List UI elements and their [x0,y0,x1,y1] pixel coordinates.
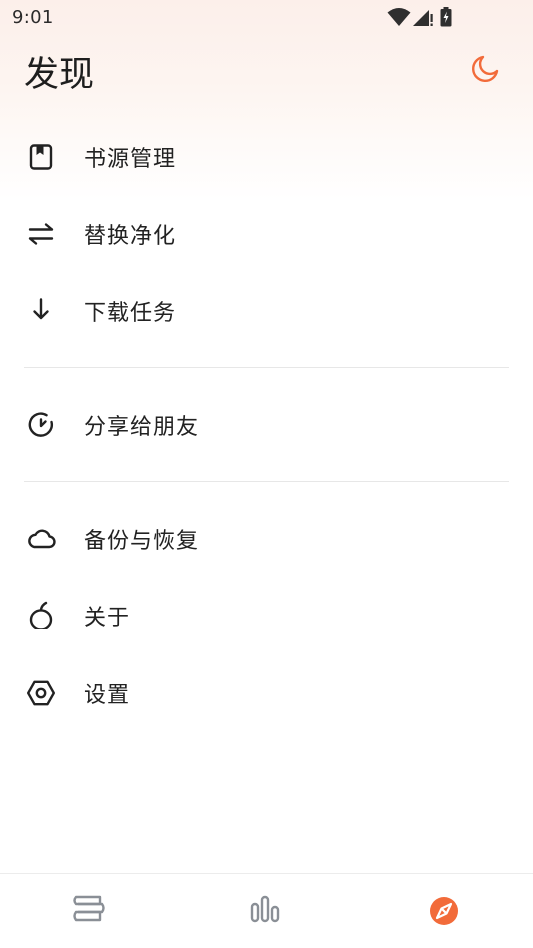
cloud-icon [28,529,56,549]
battery-icon [440,7,452,27]
wifi-icon [387,8,411,26]
compass-icon [430,897,458,925]
menu-item-settings[interactable]: 设置 [0,654,533,731]
theme-toggle-button[interactable] [468,52,502,86]
book-source-icon [29,144,53,170]
menu-item-label: 书源管理 [84,147,177,172]
hexagon-settings-icon [27,680,55,706]
menu-item-about[interactable]: 关于 [0,577,533,654]
download-arrow-icon [33,298,49,320]
status-bar: 9:01 [0,0,533,36]
info-apple-icon [29,601,53,629]
status-time: 9:01 [12,7,54,28]
header: 发现 [0,38,533,102]
menu-item-label: 设置 [84,683,131,708]
menu-item-label: 关于 [84,606,131,631]
swap-arrows-icon [28,223,54,245]
share-refresh-icon [28,412,54,437]
discover-menu: 书源管理 替换净化 下载任务 分享给朋友 备份与恢复 关于 设置 [0,118,533,731]
menu-item-share-friends[interactable]: 分享给朋友 [0,386,533,463]
menu-item-backup-restore[interactable]: 备份与恢复 [0,500,533,577]
nav-ranking-button[interactable] [246,892,286,932]
ranking-bars-icon [250,895,280,923]
bookshelf-icon [73,895,105,922]
menu-item-replace-purify[interactable]: 替换净化 [0,195,533,272]
discover-screen: 9:01 发现 书源管理 替换净化 下载任务 分享给朋友 备份与恢复 关于 设置 [0,0,533,948]
bottom-navigation [0,873,533,948]
nav-bookshelf-button[interactable] [69,892,109,932]
divider [24,481,509,482]
page-title: 发现 [24,55,95,95]
menu-item-book-source[interactable]: 书源管理 [0,118,533,195]
menu-item-label: 备份与恢复 [84,529,200,554]
menu-item-label: 分享给朋友 [84,415,200,440]
menu-item-label: 替换净化 [84,224,177,249]
nav-discover-button[interactable] [424,892,464,932]
divider [24,367,509,368]
moon-icon [472,55,499,82]
menu-item-label: 下载任务 [84,301,177,326]
cellular-signal-icon [413,10,433,26]
menu-item-download-tasks[interactable]: 下载任务 [0,272,533,349]
